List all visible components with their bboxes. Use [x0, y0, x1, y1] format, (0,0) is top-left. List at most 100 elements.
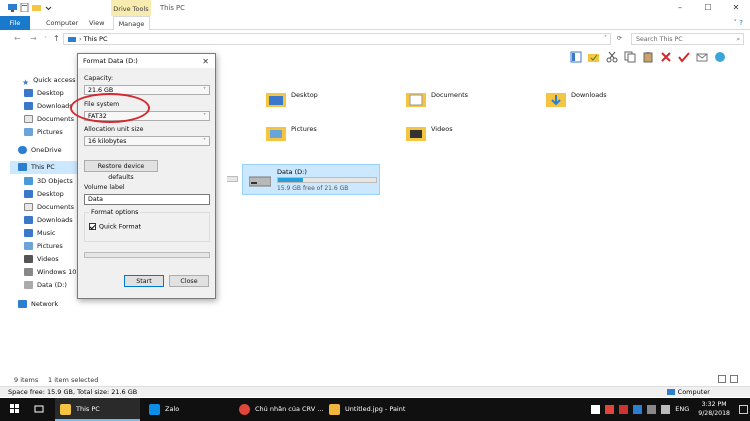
back-arrow-icon[interactable]: ← — [14, 34, 21, 43]
address-bar[interactable]: › This PC — [63, 33, 611, 45]
nav-item-downloads-pc[interactable]: Downloads — [24, 214, 73, 227]
search-input[interactable]: Search This PC ⌕ — [631, 33, 744, 45]
nav-item-pictures-pc[interactable]: Pictures — [24, 240, 63, 253]
maximize-button[interactable]: ☐ — [694, 0, 722, 16]
forward-arrow-icon[interactable]: → — [30, 34, 37, 43]
close-button[interactable]: ✕ — [722, 0, 750, 16]
close-dialog-button[interactable]: Close — [169, 275, 209, 287]
nav-label: This PC — [31, 163, 55, 171]
new-folder-icon[interactable] — [32, 3, 41, 12]
cut-icon[interactable] — [606, 51, 618, 63]
folder-documents[interactable]: Documents — [406, 88, 506, 114]
breadcrumb[interactable]: This PC — [84, 35, 108, 43]
tray-app-icon[interactable] — [619, 404, 629, 414]
zalo-icon — [149, 403, 160, 415]
windows-drive-bar — [227, 176, 238, 182]
layout-icon[interactable] — [570, 51, 582, 63]
folder-pictures[interactable]: Pictures — [266, 122, 366, 148]
folder-videos[interactable]: Videos — [406, 122, 506, 148]
nav-item-documents-pc[interactable]: Documents — [24, 201, 74, 214]
drive-icon — [24, 281, 33, 289]
up-arrow-icon[interactable]: ↑ — [53, 34, 60, 43]
paste-icon[interactable] — [642, 51, 654, 63]
nav-label: Network — [31, 300, 59, 308]
nav-label: Quick access — [33, 76, 76, 84]
delete-icon[interactable] — [660, 51, 672, 63]
task-view-button[interactable] — [34, 398, 44, 421]
nav-label: Data (D:) — [37, 281, 67, 289]
globe-icon[interactable] — [714, 51, 726, 63]
clock[interactable]: 3:32 PM 9/28/2018 — [698, 400, 730, 418]
computer-label: Computer — [677, 388, 710, 396]
start-button[interactable] — [10, 398, 20, 421]
details-view-icon[interactable] — [718, 375, 726, 383]
checkmark-icon[interactable] — [678, 51, 690, 63]
nav-item-data-drive[interactable]: Data (D:) — [24, 279, 67, 292]
tray-app-icon[interactable] — [633, 404, 643, 414]
folder-downloads[interactable]: Downloads — [546, 88, 646, 114]
volume-label-input[interactable]: Data — [84, 194, 210, 205]
drive-usage-fill — [278, 178, 304, 182]
tab-manage[interactable]: Manage — [113, 16, 150, 30]
nav-item-downloads[interactable]: Downloads — [24, 100, 73, 113]
taskbar-item-paint[interactable]: Untitled.jpg - Paint — [326, 398, 426, 421]
network-icon[interactable] — [647, 404, 657, 414]
toolbar-icons — [570, 48, 750, 66]
quick-format-checkbox[interactable]: Quick Format — [89, 223, 141, 231]
file-explorer-icon — [60, 403, 71, 415]
folder-label: Pictures — [291, 125, 317, 133]
tab-file[interactable]: File — [0, 16, 30, 30]
taskbar-item-zalo[interactable]: Zalo — [146, 398, 231, 421]
volume-icon[interactable] — [661, 404, 671, 414]
tab-view[interactable]: View — [89, 16, 104, 30]
nav-item-music[interactable]: Music — [24, 227, 56, 240]
dialog-title: Format Data (D:) — [83, 57, 138, 65]
nav-item-this-pc[interactable]: This PC — [10, 161, 86, 174]
mail-icon[interactable] — [696, 51, 708, 63]
minimize-button[interactable]: – — [666, 0, 694, 16]
dialog-close-icon[interactable]: ✕ — [202, 55, 209, 69]
nav-item-onedrive[interactable]: OneDrive — [18, 144, 62, 157]
properties-icon[interactable] — [20, 2, 29, 13]
folder-desktop[interactable]: Desktop — [266, 88, 366, 114]
taskbar-item-this-pc[interactable]: This PC — [55, 398, 140, 421]
copy-icon[interactable] — [624, 51, 636, 63]
tab-computer[interactable]: Computer — [46, 16, 78, 30]
computer-location: Computer — [666, 387, 710, 397]
refresh-icon[interactable]: ⟳ — [617, 35, 622, 42]
folder-check-icon[interactable] — [588, 51, 600, 63]
restore-defaults-button[interactable]: Restore device defaults — [84, 160, 158, 181]
taskbar-item-chrome[interactable]: Chủ nhân của CRV ... — [236, 398, 331, 421]
space-info: Space free: 15.9 GB, Total size: 21.6 GB — [8, 388, 138, 396]
dropdown-icon[interactable] — [44, 3, 53, 12]
nav-item-videos[interactable]: Videos — [24, 253, 59, 266]
tray-app-icon[interactable] — [591, 404, 601, 414]
nav-item-desktop[interactable]: Desktop — [24, 87, 64, 100]
notifications-icon[interactable] — [739, 404, 748, 414]
allocation-select[interactable]: 16 kilobytes ˅ — [84, 136, 210, 146]
start-button[interactable]: Start — [124, 275, 164, 287]
taskbar-label: Chủ nhân của CRV ... — [255, 405, 324, 413]
tray-app-icon[interactable] — [605, 404, 615, 414]
drive-data[interactable]: Data (D:) 15.9 GB free of 21.6 GB — [242, 164, 380, 195]
downloads-icon — [24, 102, 33, 110]
nav-item-pictures[interactable]: Pictures — [24, 126, 63, 139]
nav-item-desktop-pc[interactable]: Desktop — [24, 188, 64, 201]
window-controls: – ☐ ✕ — [666, 0, 750, 16]
nav-item-quick-access[interactable]: ★ Quick access — [22, 74, 76, 87]
nav-item-windows-drive[interactable]: Windows 10 ( — [24, 266, 81, 279]
language-indicator[interactable]: ENG — [675, 405, 689, 413]
large-icons-view-icon[interactable] — [730, 375, 738, 383]
volume-label-value: Data — [88, 196, 104, 203]
chrome-icon — [239, 403, 250, 415]
nav-item-network[interactable]: Network — [18, 298, 58, 311]
format-options-group: Format options Quick Format — [84, 209, 210, 242]
pictures-icon — [24, 242, 33, 250]
nav-item-3d-objects[interactable]: 3D Objects — [24, 175, 73, 188]
taskbar-label: This PC — [76, 405, 100, 413]
help-icon[interactable]: ˅ ? — [734, 19, 743, 27]
recent-dropdown-icon[interactable]: ˅ — [44, 36, 47, 43]
computer-icon — [18, 163, 27, 171]
address-dropdown-icon[interactable]: ˅ — [604, 35, 607, 42]
nav-item-documents[interactable]: Documents — [24, 113, 74, 126]
